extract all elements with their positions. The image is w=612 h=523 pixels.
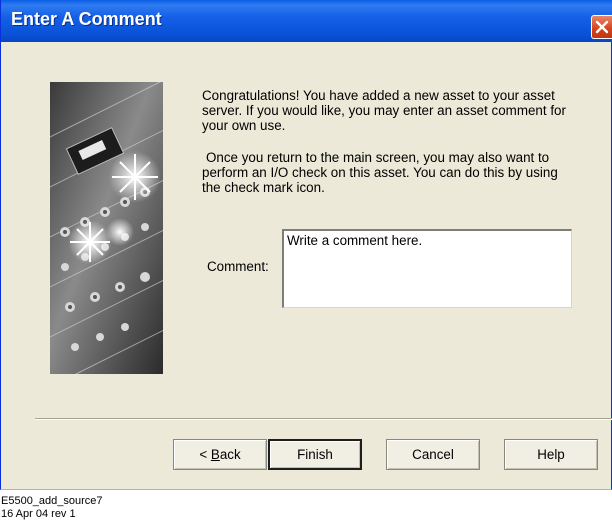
comment-label: Comment: bbox=[207, 259, 269, 274]
figure-id-caption: E5500_add_source7 bbox=[1, 495, 103, 507]
comment-field[interactable]: Write a comment here. bbox=[282, 229, 572, 308]
io-check-paragraph: Once you return to the main screen, you … bbox=[202, 150, 558, 195]
help-button[interactable]: Help bbox=[504, 439, 598, 470]
separator-line bbox=[35, 418, 612, 420]
title-bar[interactable]: Enter A Comment bbox=[1, 0, 612, 42]
back-button-mnemonic: B bbox=[210, 447, 220, 462]
back-button[interactable]: < Back bbox=[173, 439, 267, 470]
back-button-prefix: < bbox=[199, 447, 211, 462]
window-title: Enter A Comment bbox=[11, 9, 162, 29]
cancel-button[interactable]: Cancel bbox=[386, 439, 480, 470]
close-x-icon bbox=[595, 20, 609, 34]
revision-caption: 16 Apr 04 rev 1 bbox=[1, 508, 76, 520]
equipment-photo-icon bbox=[50, 82, 163, 374]
dialog-window: Enter A Comment Congratulations! You hav… bbox=[0, 0, 612, 490]
congratulations-paragraph: Congratulations! You have added a new as… bbox=[202, 88, 566, 133]
finish-button[interactable]: Finish bbox=[268, 439, 362, 470]
close-button[interactable] bbox=[591, 15, 612, 39]
back-button-rest: ack bbox=[219, 447, 241, 462]
